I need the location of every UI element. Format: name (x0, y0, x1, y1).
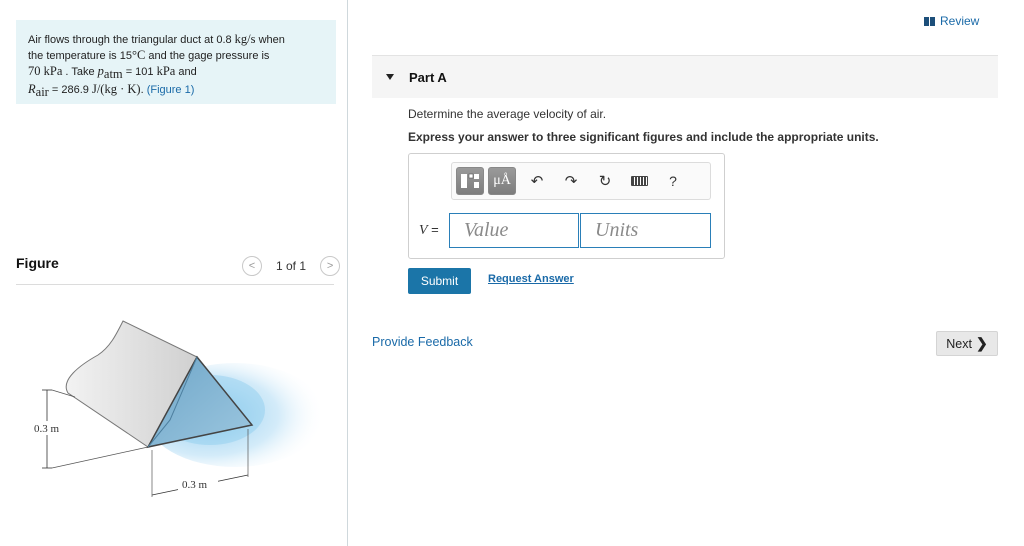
instruction-text: Express your answer to three significant… (408, 130, 879, 144)
triangular-duct-figure: 0.3 m 0.3 m (30, 320, 320, 497)
figure-page-indicator: 1 of 1 (276, 259, 307, 273)
reset-button[interactable]: ↻ (588, 167, 622, 195)
problem-text: = 101 (122, 66, 157, 78)
flow-rate-unit: kg/s (234, 32, 256, 46)
next-figure-button[interactable]: > (320, 256, 341, 276)
templates-button[interactable] (456, 167, 484, 195)
problem-line-1: Air flows through the triangular duct at… (28, 32, 324, 48)
keyboard-icon (630, 176, 648, 186)
figure-pager: < 1 of 1 > (242, 256, 341, 276)
problem-text: and the gage pressure is (145, 50, 270, 62)
velocity-variable: V (419, 223, 428, 238)
mu-angstrom-icon: μÅ (493, 173, 511, 188)
request-answer-link[interactable]: Request Answer (488, 273, 574, 285)
review-link[interactable]: Review (924, 14, 979, 28)
gas-constant-unit: J/(kg · K) (91, 82, 141, 97)
gage-pressure-value: 70 kPa (28, 64, 63, 78)
answer-variable-label: V = (419, 222, 439, 239)
problem-text: the temperature is 15 (28, 50, 132, 62)
review-label: Review (940, 14, 980, 28)
problem-line-3: 70 kPa . Take patm = 101 kPa and (28, 64, 324, 82)
equals-sign: = (427, 222, 439, 237)
problem-line-2: the temperature is 15°C and the gage pre… (28, 48, 324, 64)
reset-icon: ↻ (598, 173, 612, 190)
problem-text: Air flows through the triangular duct at… (28, 34, 235, 46)
templates-icon (461, 173, 479, 188)
problem-text: when (255, 34, 285, 46)
provide-feedback-link[interactable]: Provide Feedback (372, 335, 473, 349)
undo-button[interactable]: ↶ (520, 167, 554, 195)
problem-line-4: Rair = 286.9 J/(kg · K). (Figure 1) (28, 82, 324, 100)
pressure-unit: kPa (156, 64, 176, 78)
next-button[interactable]: Next ❯ (936, 331, 998, 356)
figure-heading: Figure (16, 255, 59, 271)
chevron-left-icon: < (248, 260, 256, 272)
problem-text: = 286.9 (48, 84, 92, 97)
patm-subscript: atm (103, 67, 123, 82)
submit-button[interactable]: Submit (408, 268, 471, 294)
units-input[interactable]: Units (580, 213, 711, 248)
redo-button[interactable]: ↷ (554, 167, 588, 195)
temperature-unit: °C (131, 48, 146, 62)
width-dimension-label: 0.3 m (182, 479, 208, 491)
r-variable: R (28, 82, 36, 97)
chevron-right-icon: ❯ (975, 335, 988, 351)
problem-text: and (175, 66, 197, 78)
help-icon: ? (669, 173, 677, 189)
figure-divider (16, 284, 334, 285)
redo-icon: ↷ (564, 173, 578, 190)
previous-figure-button[interactable]: < (242, 256, 262, 276)
math-toolbar: μÅ ↶ ↷ ↻ ? (451, 162, 711, 200)
undo-icon: ↶ (530, 173, 544, 190)
review-icon (924, 16, 935, 26)
next-label: Next (946, 336, 972, 351)
keyboard-button[interactable] (622, 167, 656, 195)
help-button[interactable]: ? (656, 167, 690, 195)
extension-line (51, 446, 149, 469)
figure-link[interactable]: (Figure 1) (147, 84, 195, 96)
value-input[interactable]: Value (449, 213, 579, 248)
question-text: Determine the average velocity of air. (408, 107, 607, 121)
caret-down-icon (386, 74, 394, 80)
part-title: Part A (409, 69, 447, 85)
left-panel: Air flows through the triangular duct at… (0, 0, 348, 546)
part-a-header[interactable]: Part A (372, 56, 998, 98)
problem-statement: Air flows through the triangular duct at… (16, 20, 336, 104)
units-button[interactable]: μÅ (488, 167, 516, 195)
chevron-right-icon: > (326, 260, 334, 272)
r-subscript: air (35, 85, 49, 100)
problem-text: . Take (62, 66, 98, 78)
height-dimension-label: 0.3 m (34, 423, 60, 435)
answer-box: μÅ ↶ ↷ ↻ ? V = Value Units (408, 153, 725, 259)
